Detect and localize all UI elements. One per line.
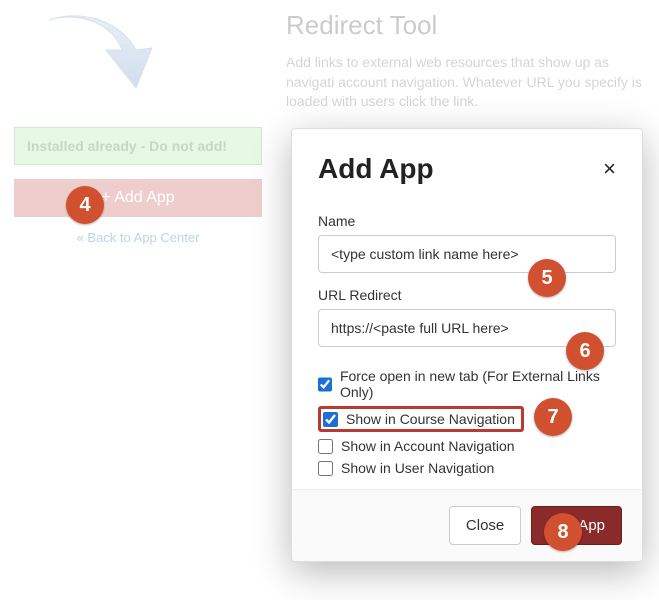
step-badge-5: 5	[528, 259, 566, 297]
force-new-tab-checkbox[interactable]	[318, 377, 332, 392]
force-new-tab-label: Force open in new tab (For External Link…	[340, 368, 616, 400]
show-user-nav-label: Show in User Navigation	[341, 460, 494, 476]
name-input[interactable]	[318, 235, 616, 273]
step-badge-7: 7	[534, 398, 572, 436]
account-nav-row[interactable]: Show in Account Navigation	[318, 435, 616, 457]
name-label: Name	[318, 213, 616, 229]
show-account-nav-checkbox[interactable]	[318, 439, 333, 454]
show-account-nav-label: Show in Account Navigation	[341, 438, 515, 454]
show-user-nav-checkbox[interactable]	[318, 461, 333, 476]
url-label: URL Redirect	[318, 287, 616, 303]
course-nav-highlight: Show in Course Navigation	[318, 406, 524, 432]
step-badge-8: 8	[544, 513, 582, 551]
show-course-nav-checkbox[interactable]	[323, 412, 338, 427]
user-nav-row[interactable]: Show in User Navigation	[318, 457, 616, 479]
modal-title: Add App	[318, 153, 434, 185]
step-badge-6: 6	[566, 332, 604, 370]
close-button[interactable]: Close	[449, 506, 521, 545]
show-course-nav-label: Show in Course Navigation	[346, 411, 515, 427]
step-badge-4: 4	[66, 186, 104, 224]
force-new-tab-row[interactable]: Force open in new tab (For External Link…	[318, 365, 616, 403]
close-icon[interactable]: ×	[603, 158, 616, 180]
